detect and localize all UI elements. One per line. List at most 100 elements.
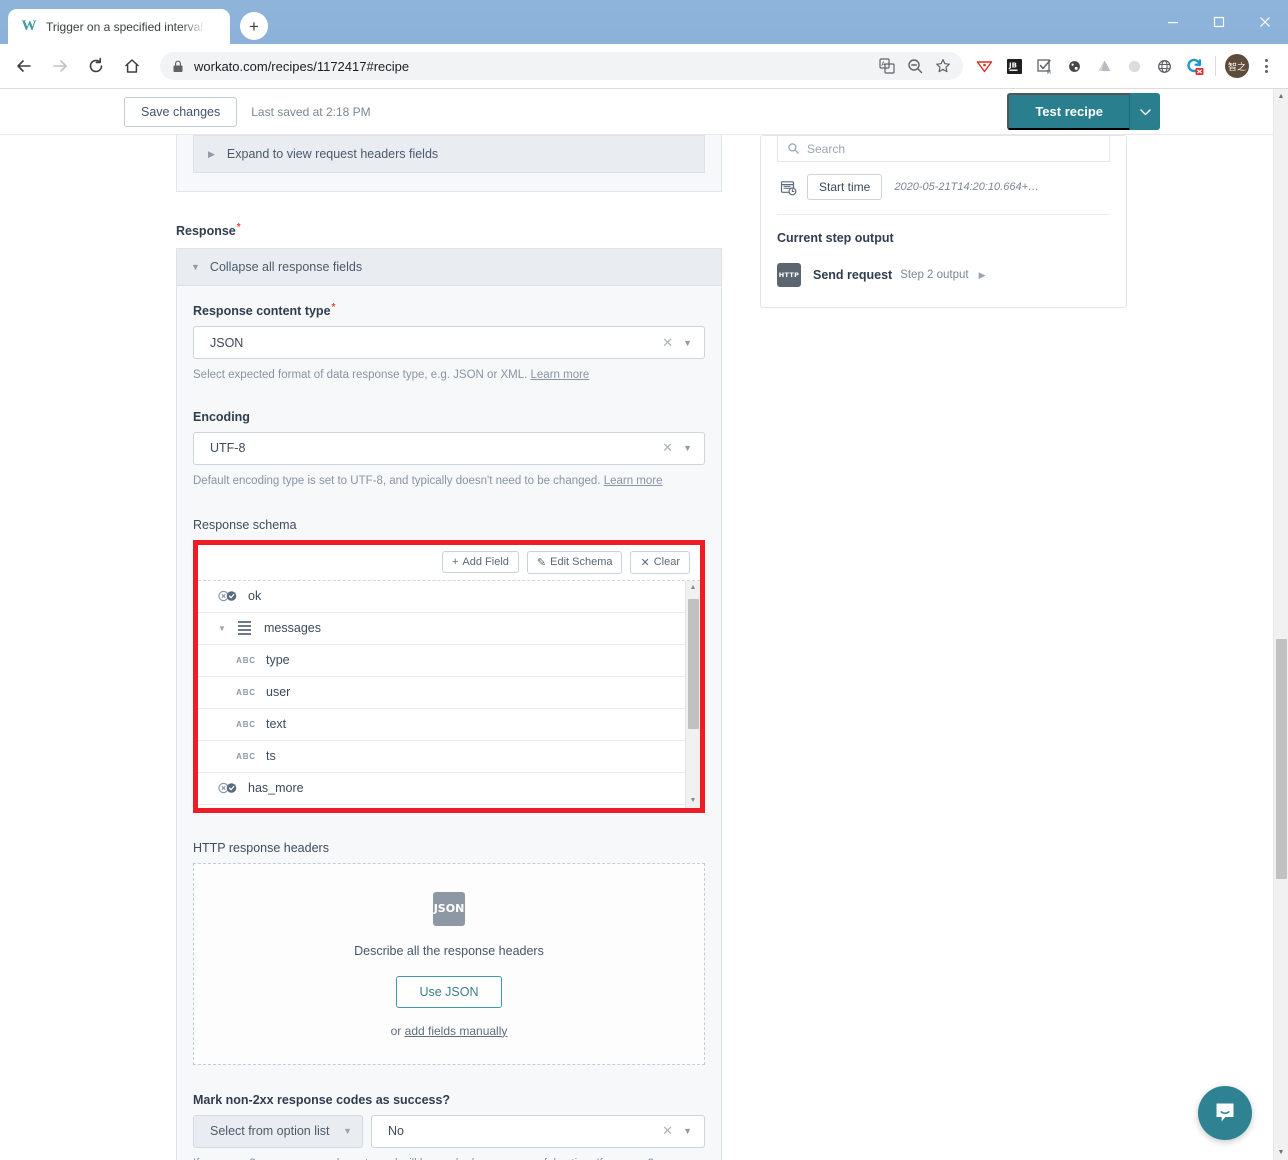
- test-output-panel: Search Start time 2020-05-21T14:20:10.66…: [760, 135, 1127, 308]
- chevron-right-icon[interactable]: ▶: [979, 270, 986, 281]
- scroll-down-icon[interactable]: ▼: [1278, 1145, 1285, 1160]
- lastpass-icon[interactable]: [969, 51, 999, 81]
- non2xx-value-select[interactable]: No ✕ ▼: [371, 1114, 705, 1148]
- forward-icon[interactable]: [44, 50, 76, 82]
- page-scroll-thumb[interactable]: [1276, 639, 1287, 879]
- clear-icon[interactable]: ✕: [662, 440, 673, 456]
- chevron-down-icon[interactable]: ▼: [683, 1126, 692, 1136]
- checklist-icon[interactable]: M: [1029, 51, 1059, 81]
- scroll-thumb[interactable]: [688, 598, 699, 729]
- schema-field-name: type: [266, 653, 290, 668]
- scroll-track[interactable]: [686, 595, 700, 794]
- http-badge-icon: HTTP: [777, 263, 801, 287]
- browser-tab[interactable]: W Trigger on a specified interval wi: [8, 9, 230, 44]
- scroll-up-icon[interactable]: ▲: [690, 581, 697, 595]
- schema-scrollbar[interactable]: ▲ ▼: [685, 580, 700, 808]
- support-chat-button[interactable]: [1198, 1086, 1252, 1140]
- save-changes-button[interactable]: Save changes: [124, 96, 238, 127]
- schema-row-ok[interactable]: ok: [198, 581, 700, 613]
- sync-error-icon[interactable]: [1179, 51, 1209, 81]
- chevron-down-icon[interactable]: ▼: [683, 338, 692, 348]
- test-recipe-group: Test recipe: [1007, 93, 1160, 130]
- current-step-output-row[interactable]: HTTP Send request Step 2 output ▶: [777, 263, 1110, 287]
- page-scroll-track[interactable]: [1274, 104, 1288, 1145]
- schema-row-messages[interactable]: ▼ messages: [198, 613, 700, 645]
- edit-schema-button[interactable]: ✎ Edit Schema: [526, 550, 623, 574]
- response-content-type-value: JSON: [210, 335, 244, 350]
- close-tab-icon[interactable]: [206, 18, 224, 36]
- schema-row-has_more[interactable]: has_more: [198, 773, 700, 805]
- test-recipe-dropdown-chevron-down-icon[interactable]: [1130, 93, 1160, 130]
- google-drive-icon[interactable]: [1089, 51, 1119, 81]
- non2xx-label: Mark non-2xx response codes as success?: [193, 1092, 451, 1107]
- boolean-icon: [214, 590, 242, 602]
- non2xx-hint: If yes, non 2xx response codes returned …: [193, 1156, 705, 1160]
- schema-row-user[interactable]: ABC user: [198, 677, 700, 709]
- scroll-up-icon[interactable]: ▲: [1278, 89, 1285, 104]
- browser-toolbar: workato.com/recipes/1172417#recipe A JB …: [0, 44, 1288, 89]
- new-tab-button[interactable]: +: [240, 12, 268, 40]
- http-response-headers-label: HTTP response headers: [193, 840, 329, 855]
- zoom-out-icon[interactable]: [907, 58, 923, 74]
- response-content-type-select[interactable]: JSON ✕ ▼: [193, 326, 705, 360]
- lock-icon: [172, 60, 184, 73]
- chevron-down-icon: ▼: [343, 1126, 352, 1137]
- scroll-down-icon[interactable]: ▼: [690, 794, 697, 808]
- minimize-window-icon[interactable]: [1150, 0, 1196, 44]
- encoding-select[interactable]: UTF-8 ✕ ▼: [193, 431, 705, 465]
- web-globe-icon[interactable]: [1149, 51, 1179, 81]
- page-viewport: Save changes Last saved at 2:18 PM Test …: [0, 89, 1288, 1160]
- schema-row-ts[interactable]: ABC ts: [198, 741, 700, 773]
- collapse-all-response-fields-toggle[interactable]: ▼ Collapse all response fields: [176, 248, 722, 287]
- string-icon: ABC: [232, 688, 260, 697]
- non2xx-row: Select from option list ▼ No ✕ ▼: [193, 1114, 705, 1148]
- maximize-window-icon[interactable]: [1196, 0, 1242, 44]
- calendar-clock-icon: [777, 179, 799, 196]
- add-field-label: Add Field: [462, 556, 509, 569]
- step-name: Send request: [813, 268, 893, 282]
- bookmark-star-icon[interactable]: [935, 58, 951, 74]
- test-recipe-button[interactable]: Test recipe: [1007, 93, 1130, 130]
- start-time-row: Start time 2020-05-21T14:20:10.664+…: [777, 162, 1110, 215]
- non2xx-mode-select[interactable]: Select from option list ▼: [193, 1114, 363, 1148]
- clear-schema-button[interactable]: ✕ Clear: [630, 550, 690, 574]
- abc-label: ABC: [236, 719, 256, 729]
- moon-icon[interactable]: [1119, 51, 1149, 81]
- learn-more-link[interactable]: Learn more: [531, 369, 590, 381]
- start-time-chip[interactable]: Start time: [807, 174, 883, 200]
- test-output-column: Search Start time 2020-05-21T14:20:10.66…: [760, 135, 1127, 308]
- schema-row-type[interactable]: ABC type: [198, 645, 700, 677]
- non2xx-value: No: [388, 1124, 404, 1139]
- edit-schema-label: Edit Schema: [550, 556, 613, 569]
- string-icon: ABC: [232, 752, 260, 761]
- avatar[interactable]: 智之: [1222, 51, 1252, 81]
- jetbrains-toolbox-icon[interactable]: JB: [999, 51, 1029, 81]
- required-marker: *: [236, 222, 241, 233]
- chevron-down-icon[interactable]: ▼: [683, 443, 692, 453]
- home-icon[interactable]: [116, 50, 148, 82]
- page-scrollbar[interactable]: ▲ ▼: [1273, 89, 1288, 1160]
- learn-more-link[interactable]: Learn more: [604, 475, 663, 487]
- chrome-menu-icon[interactable]: [1252, 51, 1280, 81]
- expand-request-headers-toggle[interactable]: ▶ Expand to view request headers fields: [193, 135, 705, 173]
- add-field-button[interactable]: + Add Field: [441, 551, 519, 574]
- output-search-input[interactable]: Search: [777, 136, 1110, 162]
- add-fields-manually-link[interactable]: add fields manually: [405, 1024, 508, 1038]
- back-icon[interactable]: [8, 50, 40, 82]
- reload-icon[interactable]: [80, 50, 112, 82]
- clear-icon[interactable]: ✕: [662, 1123, 673, 1139]
- or-text: or: [390, 1023, 405, 1038]
- chevron-down-icon[interactable]: ▼: [214, 624, 230, 633]
- clear-icon[interactable]: ✕: [662, 335, 673, 351]
- response-label-text: Response: [176, 224, 236, 239]
- abc-label: ABC: [236, 655, 256, 665]
- close-window-icon[interactable]: [1242, 0, 1288, 44]
- schema-row-text[interactable]: ABC text: [198, 709, 700, 741]
- json-badge-icon: JSON: [433, 891, 465, 926]
- globe-dark-icon[interactable]: [1059, 51, 1089, 81]
- translate-icon[interactable]: A: [879, 58, 895, 74]
- recipe-action-bar: Save changes Last saved at 2:18 PM Test …: [0, 89, 1288, 135]
- use-json-button[interactable]: Use JSON: [396, 975, 502, 1008]
- response-content-type-hint: Select expected format of data response …: [193, 367, 705, 384]
- address-bar[interactable]: workato.com/recipes/1172417#recipe A: [160, 52, 963, 80]
